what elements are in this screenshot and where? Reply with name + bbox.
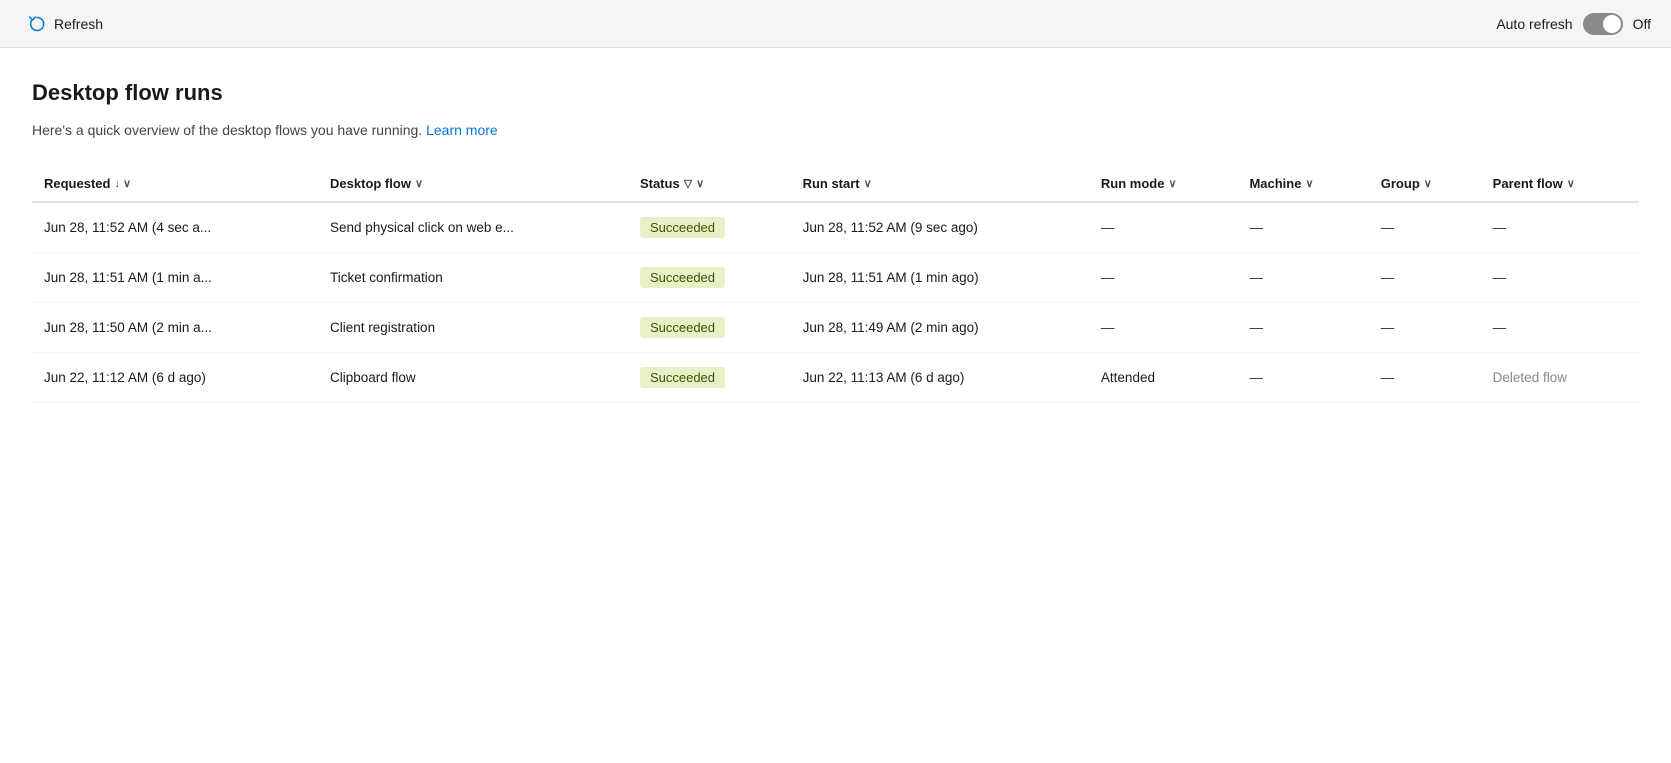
sort-icon-parent-flow: ∨ [1567, 177, 1575, 190]
flow-runs-table: Requested ↓ ∨ Desktop flow ∨ Status ▽ ∨ [32, 166, 1639, 403]
col-header-requested[interactable]: Requested ↓ ∨ [32, 166, 318, 202]
refresh-button[interactable]: Refresh [20, 9, 111, 39]
sort-icon-status: ∨ [696, 177, 704, 190]
filter-icon-status: ▽ [684, 177, 692, 190]
col-header-run-mode[interactable]: Run mode ∨ [1089, 166, 1238, 202]
cell-machine: — [1237, 202, 1368, 253]
cell-run_mode: — [1089, 303, 1238, 353]
page-description: Here's a quick overview of the desktop f… [32, 122, 1639, 138]
sort-icon-group: ∨ [1424, 177, 1432, 190]
cell-run_start: Jun 28, 11:49 AM (2 min ago) [791, 303, 1089, 353]
auto-refresh-label: Auto refresh [1496, 16, 1572, 32]
cell-parent_flow: — [1481, 253, 1639, 303]
cell-status: Succeeded [628, 353, 791, 403]
cell-parent_flow: Deleted flow [1481, 353, 1639, 403]
status-badge: Succeeded [640, 367, 725, 388]
status-badge: Succeeded [640, 267, 725, 288]
main-content: Desktop flow runs Here's a quick overvie… [0, 48, 1671, 763]
cell-requested: Jun 28, 11:51 AM (1 min a... [32, 253, 318, 303]
auto-refresh-area: Auto refresh Off [1496, 13, 1651, 35]
cell-requested: Jun 28, 11:50 AM (2 min a... [32, 303, 318, 353]
toggle-state-label: Off [1633, 16, 1651, 32]
sort-icon-run-mode: ∨ [1168, 177, 1176, 190]
cell-run_start: Jun 28, 11:51 AM (1 min ago) [791, 253, 1089, 303]
cell-parent_flow: — [1481, 303, 1639, 353]
cell-run_start: Jun 22, 11:13 AM (6 d ago) [791, 353, 1089, 403]
toggle-knob [1603, 15, 1621, 33]
cell-requested: Jun 28, 11:52 AM (4 sec a... [32, 202, 318, 253]
cell-run_mode: Attended [1089, 353, 1238, 403]
table-row[interactable]: Jun 28, 11:50 AM (2 min a...Client regis… [32, 303, 1639, 353]
status-badge: Succeeded [640, 217, 725, 238]
table-row[interactable]: Jun 28, 11:51 AM (1 min a...Ticket confi… [32, 253, 1639, 303]
cell-desktop_flow: Client registration [318, 303, 628, 353]
sort-icon-machine: ∨ [1305, 177, 1313, 190]
cell-machine: — [1237, 353, 1368, 403]
cell-status: Succeeded [628, 253, 791, 303]
col-header-group[interactable]: Group ∨ [1369, 166, 1481, 202]
cell-group: — [1369, 253, 1481, 303]
table-header-row: Requested ↓ ∨ Desktop flow ∨ Status ▽ ∨ [32, 166, 1639, 202]
status-badge: Succeeded [640, 317, 725, 338]
cell-run_start: Jun 28, 11:52 AM (9 sec ago) [791, 202, 1089, 253]
top-bar: Refresh Auto refresh Off [0, 0, 1671, 48]
refresh-label: Refresh [54, 16, 103, 32]
sort-icon-run-start: ∨ [864, 177, 872, 190]
cell-group: — [1369, 202, 1481, 253]
cell-requested: Jun 22, 11:12 AM (6 d ago) [32, 353, 318, 403]
sort-icon-requested: ↓ ∨ [114, 177, 131, 190]
sort-icon-desktop-flow: ∨ [415, 177, 423, 190]
col-header-parent-flow[interactable]: Parent flow ∨ [1481, 166, 1639, 202]
page-title: Desktop flow runs [32, 80, 1639, 106]
cell-desktop_flow: Clipboard flow [318, 353, 628, 403]
table-row[interactable]: Jun 22, 11:12 AM (6 d ago)Clipboard flow… [32, 353, 1639, 403]
auto-refresh-toggle[interactable] [1583, 13, 1623, 35]
col-header-machine[interactable]: Machine ∨ [1237, 166, 1368, 202]
cell-status: Succeeded [628, 202, 791, 253]
col-header-status[interactable]: Status ▽ ∨ [628, 166, 791, 202]
refresh-icon [28, 15, 46, 33]
cell-group: — [1369, 353, 1481, 403]
cell-machine: — [1237, 303, 1368, 353]
cell-parent_flow: — [1481, 202, 1639, 253]
learn-more-link[interactable]: Learn more [426, 122, 498, 138]
cell-run_mode: — [1089, 253, 1238, 303]
table-row[interactable]: Jun 28, 11:52 AM (4 sec a...Send physica… [32, 202, 1639, 253]
cell-machine: — [1237, 253, 1368, 303]
cell-status: Succeeded [628, 303, 791, 353]
col-header-desktop-flow[interactable]: Desktop flow ∨ [318, 166, 628, 202]
cell-run_mode: — [1089, 202, 1238, 253]
cell-group: — [1369, 303, 1481, 353]
col-header-run-start[interactable]: Run start ∨ [791, 166, 1089, 202]
cell-desktop_flow: Send physical click on web e... [318, 202, 628, 253]
cell-desktop_flow: Ticket confirmation [318, 253, 628, 303]
